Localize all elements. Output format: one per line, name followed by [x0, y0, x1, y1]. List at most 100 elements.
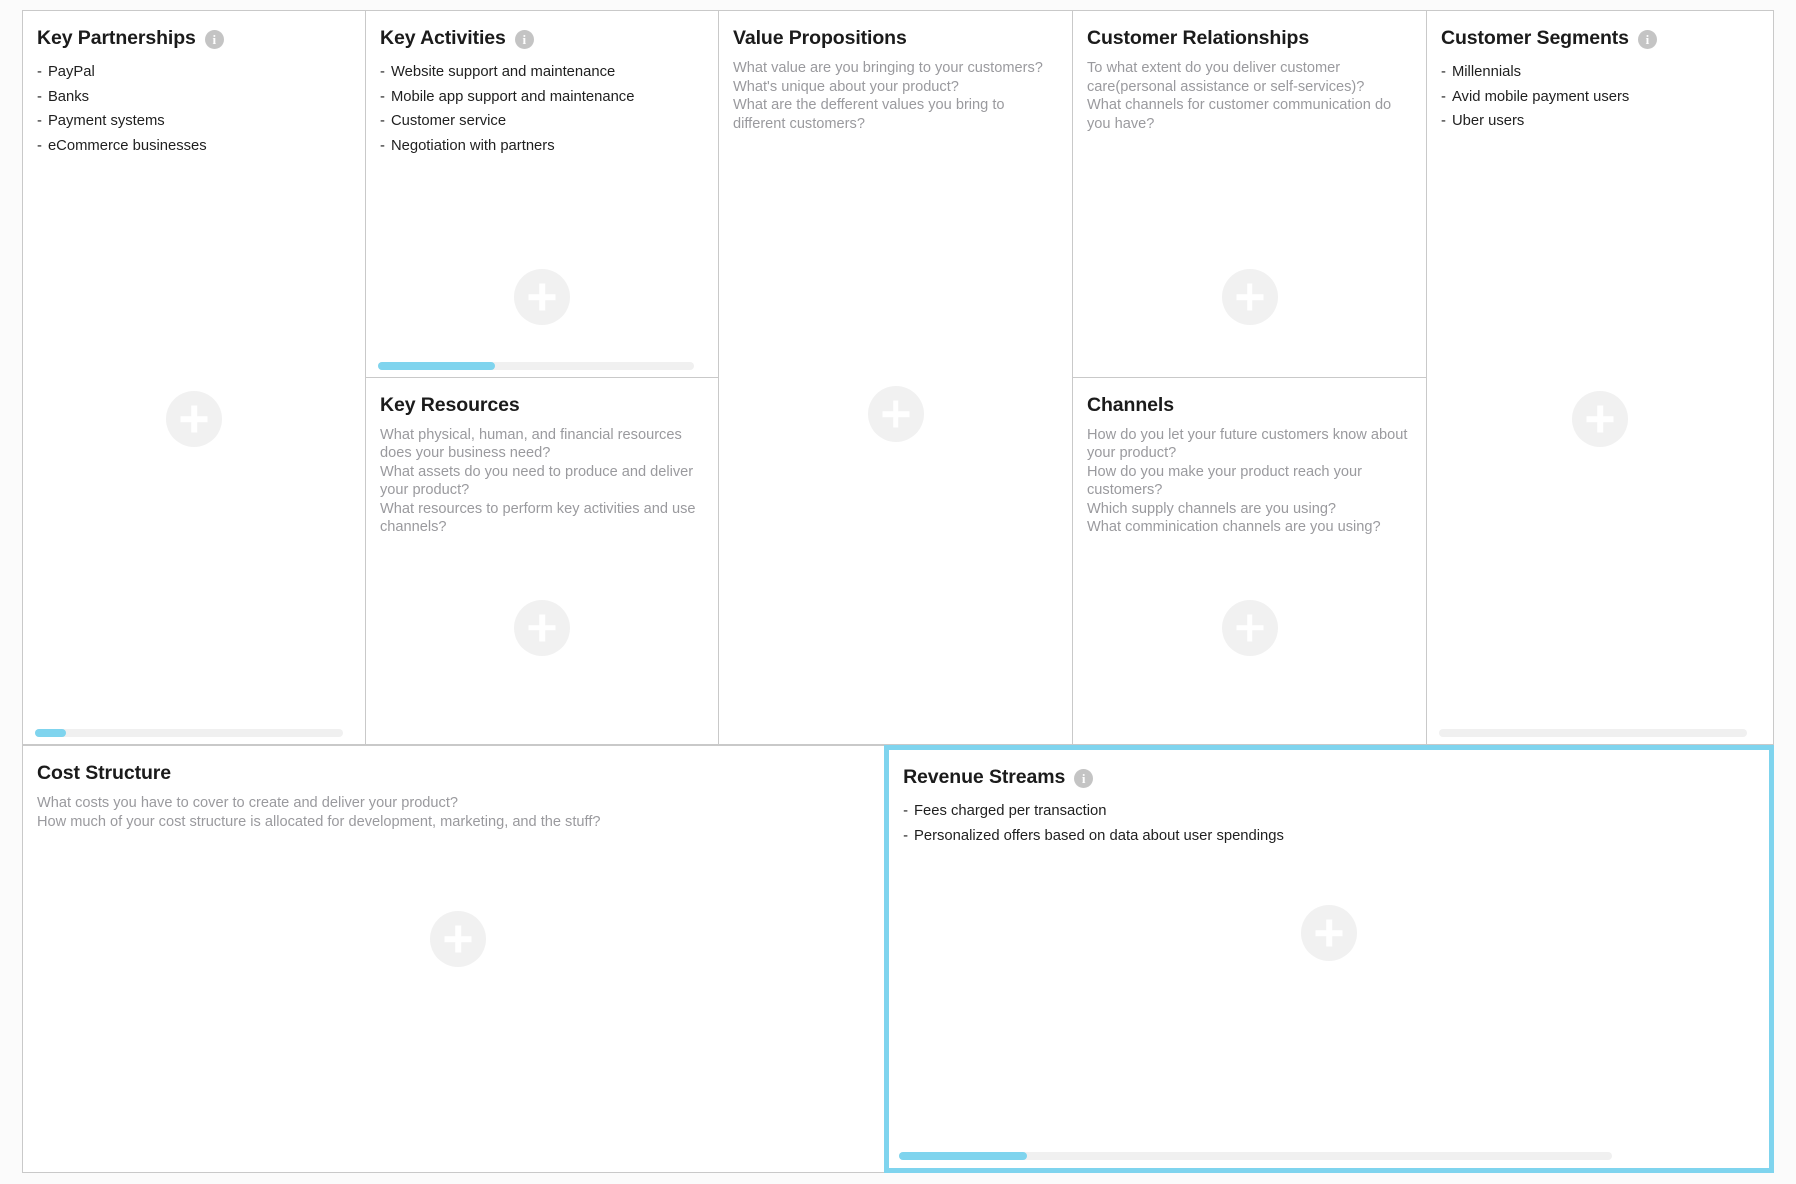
horizontal-scrollbar[interactable] [378, 361, 694, 370]
block-customer-relationships[interactable]: Customer Relationships To what extent do… [1073, 10, 1427, 378]
list-item[interactable]: - Website support and maintenance [380, 60, 702, 85]
item-list: - Millennials - Avid mobile payment users … [1427, 50, 1773, 134]
bullet-dash: - [1441, 64, 1446, 80]
item-text: Personalized offers based on data about … [914, 827, 1284, 844]
item-text: Uber users [1451, 113, 1525, 130]
column-customer-relationships: Customer Relationships To what extent do… [1073, 10, 1427, 745]
business-model-canvas: Key Partnerships -PayPal -Banks -Payment… [0, 0, 1796, 1184]
block-value-propositions[interactable]: Value Propositions What value are you br… [719, 10, 1073, 745]
plus-icon[interactable] [1301, 905, 1358, 961]
item-text: eCommerce businesses [47, 138, 207, 155]
block-title: Customer Segments [1441, 27, 1629, 49]
info-icon[interactable] [204, 30, 224, 49]
block-customer-segments[interactable]: Customer Segments -Millennials -Avid mob… [1427, 10, 1774, 745]
plus-icon[interactable] [1221, 599, 1278, 656]
column-customer-segments: Customer Segments -Millennials -Avid mob… [1427, 10, 1774, 745]
plus-icon[interactable] [1221, 269, 1278, 325]
placeholder-text: What physical, human, and financial reso… [380, 426, 696, 536]
item-list: - Website support and maintenance - Mobile… [366, 50, 718, 159]
list-item[interactable]: - Banks [37, 85, 349, 110]
block-header: Key Partnerships [23, 11, 365, 50]
item-text: PayPal [47, 64, 95, 80]
info-icon[interactable] [1074, 769, 1094, 788]
block-title: Key Resources [380, 393, 520, 416]
item-text: Fees charged per transaction [914, 803, 1107, 819]
list-item[interactable]: - Avid mobile payment users [1441, 85, 1757, 110]
placeholder-text: What costs you have to cover to create a… [37, 795, 601, 830]
plus-icon[interactable] [1572, 391, 1628, 447]
bullet-dash: - [37, 88, 42, 105]
block-key-partnerships[interactable]: Key Partnerships -PayPal -Banks -Payment… [22, 10, 366, 745]
list-item[interactable]: - eCommerce businesses [37, 134, 349, 159]
block-title: Revenue Streams [903, 766, 1066, 788]
item-list: - PayPal - Banks - Payment systems - eCommer… [23, 50, 365, 159]
placeholder-text: What value are you bringing to your cust… [733, 60, 1043, 132]
block-title: Cost Structure [37, 762, 172, 784]
scrollbar-thumb[interactable] [378, 361, 495, 370]
list-item[interactable]: - Millennials [1441, 60, 1757, 85]
item-text: Customer service [390, 113, 507, 130]
block-header: Key Activities [366, 11, 718, 50]
list-item[interactable]: - Uber users [1441, 109, 1757, 134]
plus-icon[interactable] [514, 269, 570, 325]
info-icon[interactable] [1637, 30, 1657, 49]
canvas-top-row: Key Partnerships -PayPal -Banks -Payment… [22, 10, 1774, 745]
block-header: Customer Relationships [1073, 11, 1426, 50]
block-title: Value Propositions [733, 27, 907, 49]
item-text: Banks [47, 88, 90, 105]
canvas-bottom-row: Cost Structure What costs you have to co… [22, 745, 1774, 1173]
horizontal-scrollbar[interactable] [1439, 729, 1747, 737]
block-header: Value Propositions [719, 11, 1072, 50]
bullet-dash: - [37, 138, 42, 155]
scrollbar-thumb[interactable] [899, 1152, 1028, 1160]
list-item[interactable]: - PayPal [37, 60, 349, 85]
plus-icon[interactable] [514, 599, 570, 656]
block-title: Key Partnerships [37, 27, 196, 49]
column-key-activities: Key Activities -Website support and main… [366, 10, 719, 745]
block-key-activities[interactable]: Key Activities -Website support and main… [366, 10, 719, 378]
item-text: Negotiation with partners [390, 138, 555, 155]
block-revenue-streams[interactable]: Revenue Streams -Fees charged per transa… [884, 745, 1774, 1173]
column-key-partnerships: Key Partnerships -PayPal -Banks -Payment… [22, 10, 366, 745]
block-header: Key Resources [366, 378, 718, 417]
bullet-dash: - [380, 138, 385, 155]
block-title: Customer Relationships [1087, 27, 1310, 49]
bullet-dash: - [380, 113, 385, 130]
block-cost-structure[interactable]: Cost Structure What costs you have to co… [22, 745, 895, 1173]
bullet-dash: - [1441, 88, 1446, 105]
bullet-dash: - [37, 64, 42, 80]
plus-icon[interactable] [867, 386, 924, 442]
plus-icon[interactable] [166, 391, 222, 447]
item-text: Avid mobile payment users [1451, 88, 1630, 105]
horizontal-scrollbar[interactable] [35, 729, 343, 737]
block-key-resources[interactable]: Key Resources What physical, human, and … [366, 377, 719, 745]
block-header: Channels [1073, 378, 1426, 417]
item-text: Payment systems [47, 113, 165, 130]
info-icon[interactable] [514, 30, 534, 49]
horizontal-scrollbar[interactable] [899, 1152, 1613, 1160]
bullet-dash: - [1441, 113, 1446, 130]
item-list: - Fees charged per transaction - Personali… [889, 789, 1769, 848]
item-text: Millennials [1451, 64, 1522, 80]
item-text: Website support and maintenance [390, 64, 616, 80]
bullet-dash: - [903, 803, 908, 819]
list-item[interactable]: - Fees charged per transaction [903, 799, 1753, 824]
placeholder-text: How do you let your future customers kno… [1087, 426, 1408, 536]
bullet-dash: - [37, 113, 42, 130]
block-channels[interactable]: Channels How do you let your future cust… [1073, 377, 1427, 745]
list-item[interactable]: - Personalized offers based on data about… [903, 824, 1753, 849]
scrollbar-thumb[interactable] [35, 729, 66, 737]
block-title: Channels [1087, 393, 1174, 416]
list-item[interactable]: - Customer service [380, 109, 702, 134]
plus-icon[interactable] [430, 911, 487, 967]
column-value-propositions: Value Propositions What value are you br… [719, 10, 1073, 745]
placeholder-text: To what extent do you deliver customer c… [1087, 60, 1392, 132]
block-header: Revenue Streams [889, 750, 1769, 789]
list-item[interactable]: - Payment systems [37, 109, 349, 134]
list-item[interactable]: - Negotiation with partners [380, 134, 702, 159]
list-item[interactable]: - Mobile app support and maintenance [380, 85, 702, 110]
block-header: Cost Structure [23, 746, 893, 785]
bullet-dash: - [380, 64, 385, 80]
block-title: Key Activities [380, 27, 506, 49]
item-text: Mobile app support and maintenance [390, 88, 635, 105]
